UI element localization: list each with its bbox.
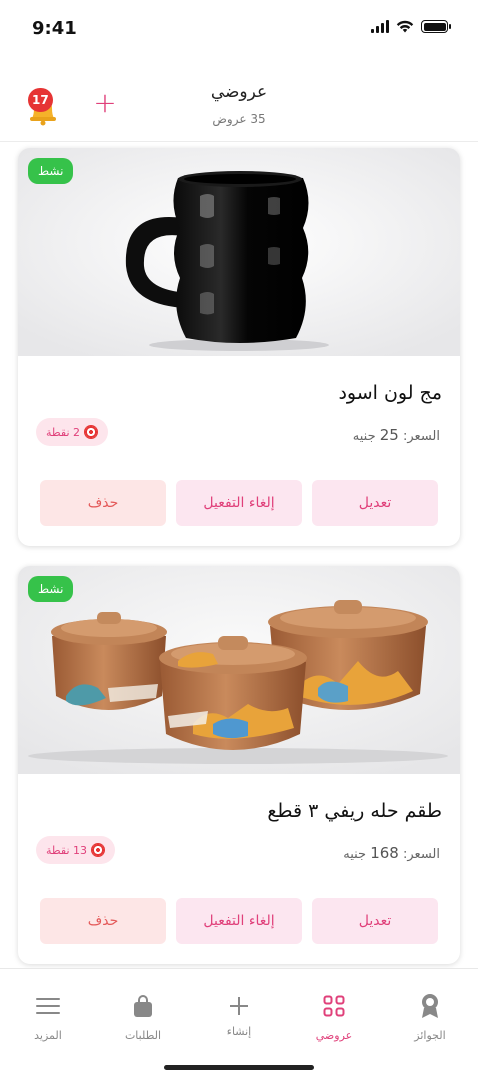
nav-label: الطلبات <box>124 1029 162 1042</box>
offers-list: نشط مج لون اسود السعر: 25 جنيه 2 نقطة حذ… <box>18 148 460 984</box>
offer-title: طقم حله ريفي ٣ قطع <box>267 800 442 822</box>
wifi-icon <box>396 20 414 33</box>
status-bar: 9:41 <box>0 0 478 62</box>
screen: 9:41 17 + عروضي 35 عروض نشط مج لون اسود … <box>0 0 478 1080</box>
offers-count: 35 عروض <box>212 112 266 126</box>
points-value: 13 نقطة <box>46 843 88 857</box>
status-time: 9:41 <box>32 18 77 39</box>
price-label: السعر: <box>403 847 440 862</box>
deactivate-button[interactable]: إلغاء التفعيل <box>176 898 302 944</box>
offer-card[interactable]: نشط مج لون اسود السعر: 25 جنيه 2 نقطة حذ… <box>18 148 460 546</box>
signal-icon <box>371 20 389 33</box>
points-badge: 2 نقطة <box>36 418 109 446</box>
nav-label: إنشاء <box>226 1025 252 1038</box>
target-icon <box>91 843 106 857</box>
menu-icon <box>8 991 88 1021</box>
offer-price: السعر: 168 جنيه <box>343 844 440 862</box>
header: 17 + عروضي 35 عروض <box>0 62 478 142</box>
offer-title: مج لون اسود <box>338 382 442 404</box>
clay-pots-illustration <box>18 566 460 774</box>
battery-icon <box>421 20 451 33</box>
award-icon <box>390 991 470 1021</box>
black-mug-illustration <box>18 148 460 356</box>
shopping-bag-icon <box>103 991 183 1021</box>
price-value: 25 <box>379 426 399 444</box>
page-title: عروضي <box>210 82 268 102</box>
nav-item-rewards[interactable]: الجوائز <box>390 991 470 1042</box>
nav-item-more[interactable]: المزيد <box>8 991 88 1042</box>
price-currency: جنيه <box>343 847 367 862</box>
offer-actions: حذف إلغاء التفعيل تعديل <box>40 480 438 526</box>
offer-image-pot-set: نشط <box>18 566 460 774</box>
bottom-navigation: المزيد الطلبات إنشاء عروضي الجوائز <box>0 968 478 1080</box>
nav-label: المزيد <box>34 1029 62 1042</box>
status-badge: نشط <box>28 576 74 602</box>
delete-button[interactable]: حذف <box>40 898 166 944</box>
offer-image-black-mug: نشط <box>18 148 460 356</box>
grid-icon <box>294 991 374 1021</box>
home-indicator <box>164 1065 314 1070</box>
edit-button[interactable]: تعديل <box>312 898 438 944</box>
points-badge: 13 نقطة <box>36 836 116 864</box>
nav-label: عروضي <box>315 1029 353 1042</box>
target-icon <box>84 425 99 439</box>
nav-item-create[interactable]: إنشاء <box>199 991 279 1038</box>
price-currency: جنيه <box>352 429 376 444</box>
price-value: 168 <box>370 844 399 862</box>
plus-icon <box>199 991 279 1021</box>
price-label: السعر: <box>403 429 440 444</box>
offer-card-body: مج لون اسود السعر: 25 جنيه 2 نقطة حذف إل… <box>18 356 460 546</box>
nav-label: الجوائز <box>414 1029 446 1042</box>
offer-card[interactable]: نشط طقم حله ريفي ٣ قطع السعر: 168 جنيه 1… <box>18 566 460 964</box>
status-icons <box>371 20 451 33</box>
points-value: 2 نقطة <box>46 425 81 439</box>
deactivate-button[interactable]: إلغاء التفعيل <box>176 480 302 526</box>
status-badge: نشط <box>28 158 74 184</box>
nav-item-orders[interactable]: الطلبات <box>103 991 183 1042</box>
nav-item-my-offers[interactable]: عروضي <box>294 991 374 1042</box>
offer-price: السعر: 25 جنيه <box>353 426 440 444</box>
delete-button[interactable]: حذف <box>40 480 166 526</box>
offer-actions: حذف إلغاء التفعيل تعديل <box>40 898 438 944</box>
edit-button[interactable]: تعديل <box>312 480 438 526</box>
offer-card-body: طقم حله ريفي ٣ قطع السعر: 168 جنيه 13 نق… <box>18 774 460 964</box>
